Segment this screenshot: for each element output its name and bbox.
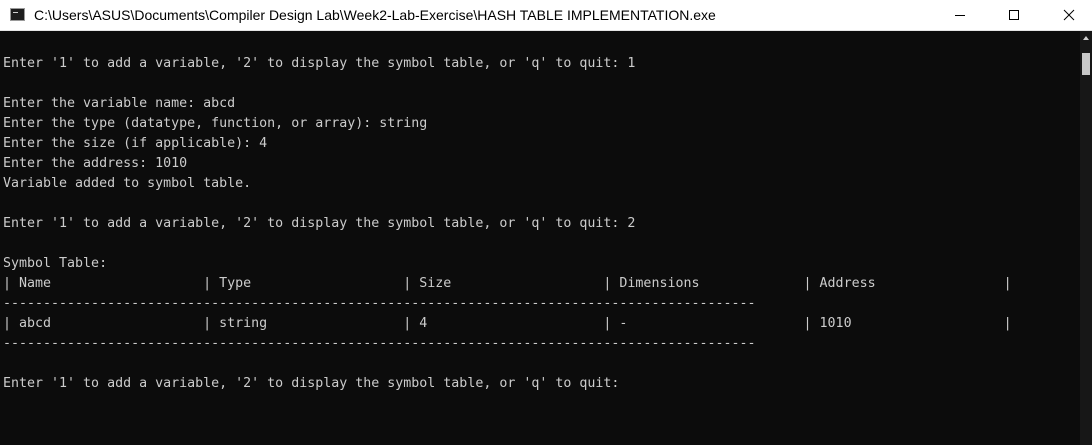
symbol-table-heading: Symbol Table:: [3, 256, 108, 271]
vertical-scrollbar[interactable]: [1080, 31, 1092, 445]
maximize-button[interactable]: [991, 0, 1037, 30]
title-bar[interactable]: C:\Users\ASUS\Documents\Compiler Design …: [0, 0, 1092, 31]
minimize-icon: [955, 15, 965, 16]
console-line: Enter the variable name: abcd: [3, 96, 236, 111]
window-title: C:\Users\ASUS\Documents\Compiler Design …: [34, 7, 716, 23]
symbol-table-separator: ----------------------------------------…: [3, 336, 756, 351]
symbol-table-row: | abcd | string | 4 | - | 1010 |: [3, 316, 1012, 331]
symbol-table-header-row: | Name | Type | Size | Dimensions | Addr…: [3, 276, 1012, 291]
minimize-button[interactable]: [937, 0, 983, 30]
close-icon: [1063, 9, 1075, 21]
console-line: Enter the size (if applicable): 4: [3, 136, 268, 151]
console-window: C:\Users\ASUS\Documents\Compiler Design …: [0, 0, 1092, 445]
symbol-table-separator: ----------------------------------------…: [3, 296, 756, 311]
scroll-up-arrow-icon[interactable]: [1083, 36, 1089, 40]
console-line: Variable added to symbol table.: [3, 176, 252, 191]
console-app-icon[interactable]: [10, 8, 25, 21]
console-line: Enter the address: 1010: [3, 156, 188, 171]
console-prompt: Enter '1' to add a variable, '2' to disp…: [3, 376, 628, 391]
console-line: Enter '1' to add a variable, '2' to disp…: [3, 56, 636, 71]
scroll-thumb[interactable]: [1082, 53, 1090, 75]
console-line: Enter '1' to add a variable, '2' to disp…: [3, 216, 636, 231]
maximize-icon: [1009, 10, 1019, 20]
console-output[interactable]: Enter '1' to add a variable, '2' to disp…: [0, 31, 1080, 445]
close-button[interactable]: [1046, 0, 1092, 30]
console-line: Enter the type (datatype, function, or a…: [3, 116, 428, 131]
